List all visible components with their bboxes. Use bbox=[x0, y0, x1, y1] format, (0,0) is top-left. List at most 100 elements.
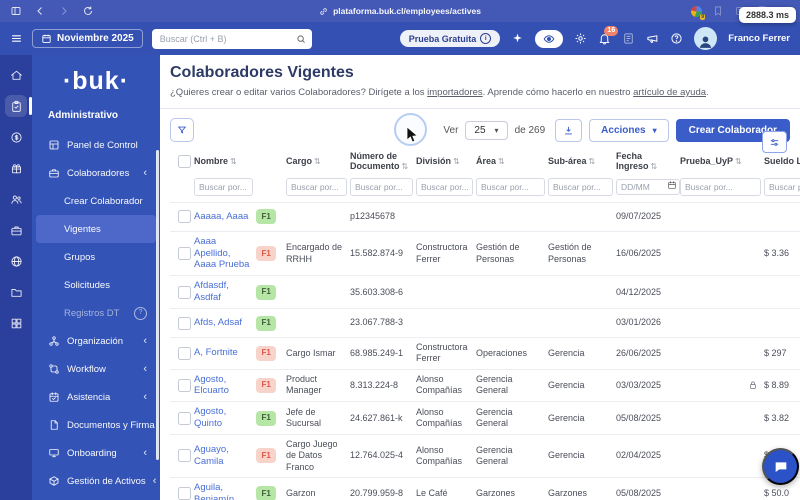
sort-icon[interactable]: ⇅ bbox=[453, 157, 460, 166]
sort-icon[interactable]: ⇅ bbox=[230, 157, 237, 166]
cell-badge: F1 bbox=[256, 281, 286, 304]
column-header-n-mero-de-documento[interactable]: Número de Documento⇅ bbox=[350, 151, 416, 172]
row-checkbox[interactable] bbox=[178, 286, 191, 299]
importadores-link[interactable]: importadores bbox=[427, 87, 482, 98]
extension-avatar-icon[interactable]: 9 bbox=[691, 6, 702, 17]
sort-icon[interactable]: ⇅ bbox=[498, 157, 505, 166]
filter-input[interactable] bbox=[194, 178, 253, 196]
globe-icon[interactable] bbox=[5, 250, 27, 272]
row-checkbox[interactable] bbox=[178, 379, 191, 392]
help-icon[interactable] bbox=[670, 32, 683, 45]
column-header-fecha-ingreso[interactable]: Fecha Ingreso⇅ bbox=[616, 151, 680, 172]
sidebar-item-registros-dt[interactable]: Registros DT? bbox=[36, 299, 156, 327]
sidebar-item-asistencia[interactable]: Asistencia‹ bbox=[36, 383, 156, 411]
sort-icon[interactable]: ⇅ bbox=[314, 157, 321, 166]
folder-icon[interactable] bbox=[5, 281, 27, 303]
period-selector[interactable]: Noviembre 2025 bbox=[32, 29, 143, 48]
column-header-divisi-n[interactable]: División⇅ bbox=[416, 156, 476, 166]
column-header-cargo[interactable]: Cargo⇅ bbox=[286, 156, 350, 166]
trial-badge[interactable]: Prueba Gratuitai bbox=[400, 30, 501, 47]
collaborator-name-link[interactable]: Agosto, Quinto bbox=[194, 402, 256, 434]
bookmark-icon[interactable] bbox=[712, 5, 724, 17]
column-header-nombre[interactable]: Nombre⇅ bbox=[194, 156, 256, 166]
sidebar-item-grupos[interactable]: Grupos bbox=[36, 243, 156, 271]
collaborator-name-link[interactable]: Agosto, Elcuarto bbox=[194, 370, 256, 402]
briefcase-icon[interactable] bbox=[5, 219, 27, 241]
collaborator-name-link[interactable]: Aguila, Benjamín bbox=[194, 478, 256, 500]
column-header--rea[interactable]: Área⇅ bbox=[476, 156, 548, 166]
filter-input[interactable] bbox=[548, 178, 613, 196]
help-article-link[interactable]: artículo de ayuda bbox=[633, 87, 706, 98]
collaborator-name-link[interactable]: A, Fortnite bbox=[194, 343, 256, 363]
sidebar-item-colaboradores[interactable]: Colaboradores‹ bbox=[36, 159, 156, 187]
sidebar-item-gesti-n-de-activos[interactable]: Gestión de Activos‹ bbox=[36, 467, 156, 495]
page-size-select[interactable]: 25▾ bbox=[465, 121, 507, 140]
gear-icon[interactable] bbox=[574, 32, 587, 45]
date-filter[interactable] bbox=[616, 177, 680, 194]
sort-icon[interactable]: ⇅ bbox=[589, 157, 596, 166]
sidebar-item-solicitudes[interactable]: Solicitudes bbox=[36, 271, 156, 299]
column-header-prueba-uyp[interactable]: Prueba_UyP⇅ bbox=[680, 156, 764, 166]
sparkle-icon[interactable] bbox=[511, 32, 524, 45]
back-icon[interactable] bbox=[34, 5, 46, 17]
grid-icon[interactable] bbox=[5, 312, 27, 334]
filter-button[interactable] bbox=[170, 118, 194, 142]
forward-icon[interactable] bbox=[58, 5, 70, 17]
gift-icon[interactable] bbox=[5, 157, 27, 179]
clipboard-icon[interactable] bbox=[5, 95, 27, 117]
download-button[interactable] bbox=[555, 119, 582, 142]
megaphone-icon[interactable] bbox=[646, 32, 659, 45]
changelog-icon[interactable] bbox=[622, 32, 635, 45]
collaborator-name-link[interactable]: Aguayo, Camila bbox=[194, 440, 256, 472]
row-checkbox[interactable] bbox=[178, 412, 191, 425]
sidebar-item-organizaci-n[interactable]: Organización‹ bbox=[36, 327, 156, 355]
filter-input[interactable] bbox=[764, 178, 800, 196]
column-header-sueldo-l-quido[interactable]: Sueldo Líquido⇅ bbox=[764, 156, 800, 166]
column-settings-button[interactable] bbox=[762, 131, 787, 153]
chat-launcher-button[interactable] bbox=[762, 448, 799, 485]
sort-icon[interactable]: ⇅ bbox=[735, 157, 742, 166]
row-checkbox[interactable] bbox=[178, 210, 191, 223]
sidebar-item-crear-colaborador[interactable]: Crear Colaborador bbox=[36, 187, 156, 215]
collaborator-name-link[interactable]: Aaaa Apellido, Aaaa Prueba bbox=[194, 232, 256, 276]
filter-input[interactable] bbox=[680, 178, 761, 196]
collaborator-name-link[interactable]: Afds, Adsaf bbox=[194, 313, 256, 333]
row-checkbox[interactable] bbox=[178, 487, 191, 500]
sidebar-item-panel-de-control[interactable]: Panel de Control bbox=[36, 131, 156, 159]
users-icon[interactable] bbox=[5, 188, 27, 210]
sidebar-item-documentos-y-firma[interactable]: Documentos y Firma‹ bbox=[36, 411, 156, 439]
sidebar-scrollbar[interactable] bbox=[156, 150, 159, 460]
home-icon[interactable] bbox=[5, 64, 27, 86]
coin-icon[interactable] bbox=[5, 126, 27, 148]
row-checkbox[interactable] bbox=[178, 449, 191, 462]
sort-icon[interactable]: ⇅ bbox=[402, 162, 409, 171]
row-checkbox[interactable] bbox=[178, 317, 191, 330]
filter-input[interactable] bbox=[476, 178, 545, 196]
sidebar-item-onboarding[interactable]: Onboarding‹ bbox=[36, 439, 156, 467]
filter-input[interactable] bbox=[286, 178, 347, 196]
cell-cargo: Product Manager bbox=[286, 370, 350, 401]
row-checkbox[interactable] bbox=[178, 247, 191, 260]
filter-input[interactable] bbox=[350, 178, 413, 196]
sidebar-toggle-icon[interactable] bbox=[10, 5, 22, 17]
row-checkbox[interactable] bbox=[178, 347, 191, 360]
column-header-sub-rea[interactable]: Sub-área⇅ bbox=[548, 156, 616, 166]
org-icon bbox=[48, 335, 60, 347]
filter-input[interactable] bbox=[416, 178, 473, 196]
sort-icon[interactable]: ⇅ bbox=[651, 162, 658, 171]
sidebar-item-vigentes[interactable]: Vigentes bbox=[36, 215, 156, 243]
collaborator-name-link[interactable]: Afdasdf, Asdfaf bbox=[194, 276, 256, 308]
sidebar-item-workflow[interactable]: Workflow‹ bbox=[36, 355, 156, 383]
acciones-button[interactable]: Acciones▾ bbox=[589, 119, 668, 142]
menu-icon[interactable] bbox=[10, 32, 23, 45]
status-badge: F1 bbox=[256, 378, 276, 393]
reload-icon[interactable] bbox=[82, 5, 94, 17]
search-input[interactable] bbox=[158, 33, 292, 45]
user-avatar[interactable] bbox=[694, 27, 717, 50]
address-bar[interactable]: plataforma.buk.cl/employees/actives bbox=[319, 6, 481, 16]
select-all-checkbox[interactable] bbox=[178, 155, 191, 168]
global-search[interactable] bbox=[152, 29, 312, 49]
notifications-button[interactable]: 16 bbox=[598, 32, 611, 45]
collaborator-name-link[interactable]: Aaaaa, Aaaa bbox=[194, 207, 256, 227]
view-as-button[interactable] bbox=[535, 30, 563, 48]
